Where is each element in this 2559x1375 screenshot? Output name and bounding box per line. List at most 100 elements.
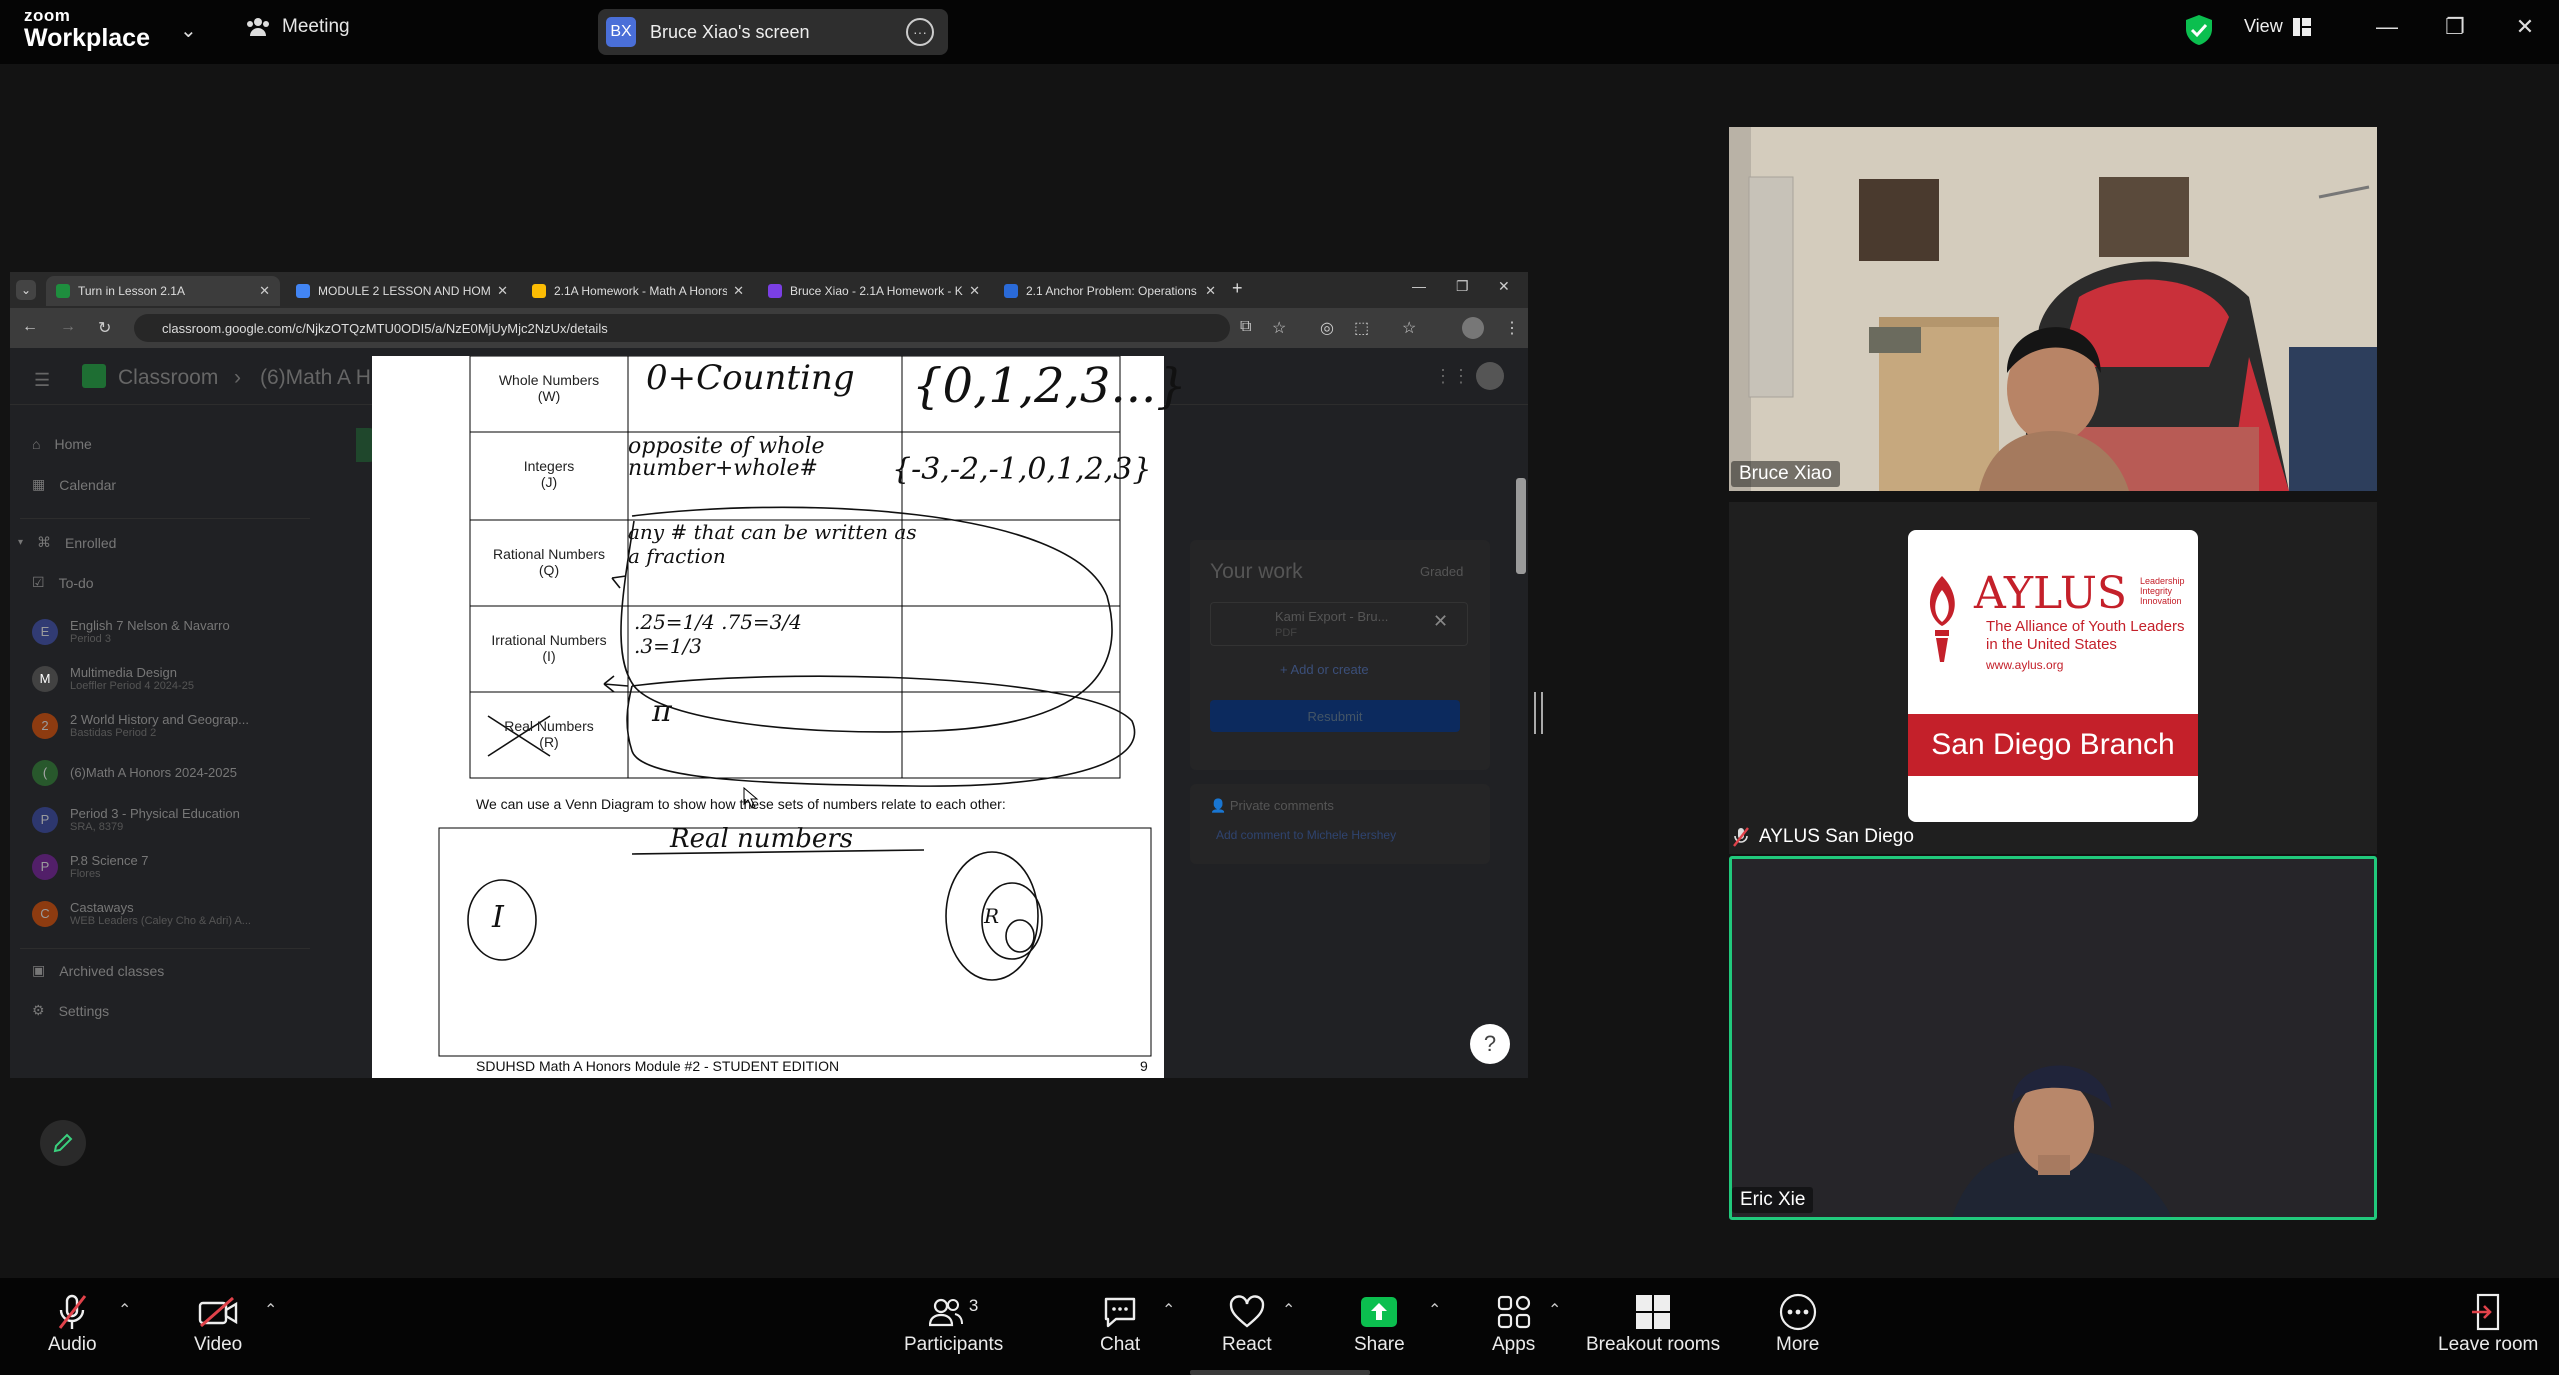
tab-close-icon[interactable]: ✕ — [733, 283, 744, 299]
restore-icon[interactable]: ❐ — [2440, 14, 2470, 40]
add-or-create-button[interactable]: + Add or create — [1280, 662, 1369, 677]
browser-close-icon[interactable]: ✕ — [1498, 278, 1510, 295]
sidebar-item-archived[interactable]: ▣ Archived classes — [32, 962, 164, 979]
course-sub: Period 3 — [70, 633, 111, 645]
sidebar-item-calendar[interactable]: ▦ Calendar — [32, 476, 116, 493]
more-button[interactable]: More — [1776, 1290, 1819, 1356]
zoom-logo-top: zoom — [24, 6, 71, 25]
audio-button[interactable]: Audio — [48, 1290, 97, 1356]
audio-options-caret[interactable]: ⌃ — [118, 1300, 131, 1320]
browser-menu-icon[interactable]: ⋮ — [1504, 318, 1520, 338]
video-button[interactable]: Video — [194, 1290, 242, 1356]
participants-count: 3 — [968, 1296, 979, 1315]
course-item[interactable]: P P.8 Science 7 Flores — [32, 843, 251, 890]
tab-close-icon[interactable]: ✕ — [497, 283, 508, 299]
close-icon[interactable]: ✕ — [2510, 14, 2540, 40]
scrollbar-thumb[interactable] — [1516, 478, 1526, 574]
bookmark-star-icon[interactable]: ☆ — [1272, 318, 1286, 338]
view-button[interactable]: View — [2244, 16, 2311, 37]
course-item[interactable]: ((6)Math A Honors 2024-2025 — [32, 749, 251, 796]
course-sub: Loeffler Period 4 2024-25 — [70, 680, 194, 692]
course-item[interactable]: P Period 3 - Physical Education SRA, 8379 — [32, 796, 251, 843]
kami-favicon — [768, 284, 782, 298]
participants-button[interactable]: 3 Participants — [904, 1290, 1003, 1356]
browser-restore-icon[interactable]: ❐ — [1456, 278, 1469, 295]
aylus-logo-card: AYLUS Leadership Integrity Innovation Th… — [1908, 530, 2198, 822]
chat-button[interactable]: Chat — [1100, 1290, 1140, 1356]
breadcrumb-course[interactable]: (6)Math A H — [260, 366, 371, 390]
shared-screen: ⌄ Turn in Lesson 2.1A ✕ MODULE 2 LESSON … — [10, 272, 1528, 1078]
sidebar-item-settings[interactable]: ⚙ Settings — [32, 1002, 109, 1019]
video-tile-eric[interactable]: Eric Xie — [1729, 856, 2377, 1220]
tab-close-icon[interactable]: ✕ — [969, 283, 980, 299]
venn-caption: We can use a Venn Diagram to show how th… — [476, 796, 1006, 812]
resubmit-button[interactable]: Resubmit — [1210, 700, 1460, 732]
apps-button[interactable]: Apps — [1492, 1290, 1535, 1356]
video-tile-bruce[interactable]: Bruce Xiao — [1729, 127, 2377, 491]
attachment-type: PDF — [1275, 627, 1297, 639]
profile-avatar[interactable] — [1462, 317, 1484, 339]
add-comment-link[interactable]: Add comment to Michele Hershey — [1216, 828, 1396, 842]
reload-icon[interactable]: ↻ — [98, 318, 111, 338]
help-icon[interactable]: ? — [1470, 1024, 1510, 1064]
course-sub: WEB Leaders (Caley Cho & Adri) A... — [70, 915, 251, 927]
hamburger-icon[interactable]: ☰ — [34, 370, 50, 391]
classroom-title[interactable]: Classroom — [118, 366, 218, 390]
attachment[interactable]: Kami Export - Bru... PDF ✕ — [1210, 602, 1468, 646]
react-button[interactable]: React — [1222, 1290, 1272, 1356]
archive-icon: ▣ — [32, 962, 46, 978]
tab-search-icon[interactable]: ⌄ — [16, 280, 36, 300]
browser-tab[interactable]: Bruce Xiao - 2.1A Homework - Kami ✕ — [758, 276, 990, 306]
calendar-icon: ▦ — [32, 476, 46, 492]
handwriting-integers-b: {-3,-2,-1,0,1,2,3} — [892, 452, 1152, 487]
apps-grid-icon[interactable]: ⋮⋮ — [1434, 366, 1470, 387]
chevron-down-icon[interactable]: ⌄ — [180, 18, 197, 43]
browser-tab[interactable]: MODULE 2 LESSON AND HOMEWORK ✕ — [286, 276, 518, 306]
browser-minimize-icon[interactable]: — — [1412, 278, 1426, 294]
split-resize-handle[interactable] — [1534, 692, 1543, 734]
more-options-icon[interactable]: ··· — [906, 18, 934, 46]
tab-close-icon[interactable]: ✕ — [259, 283, 270, 299]
course-item[interactable]: 2 2 World History and Geograp... Bastidas … — [32, 702, 251, 749]
star-icon[interactable]: ☆ — [1402, 318, 1416, 338]
browser-tab[interactable]: 2.1A Homework - Math A Honors ✕ — [522, 276, 754, 306]
course-name: Multimedia Design — [70, 665, 177, 680]
remove-attachment-icon[interactable]: ✕ — [1433, 611, 1448, 632]
url-field[interactable]: classroom.google.com/c/NjkzOTQzMTU0ODI5/… — [134, 314, 1230, 342]
video-options-caret[interactable]: ⌃ — [264, 1300, 277, 1320]
react-options-caret[interactable]: ⌃ — [1282, 1300, 1295, 1320]
homework-document[interactable]: Whole Numbers (W) Integers (J) Rational Nu… — [372, 356, 1187, 1078]
tab-close-icon[interactable]: ✕ — [1205, 283, 1216, 299]
row-label-rational: Rational Numbers (Q) — [469, 546, 629, 578]
meeting-icon — [247, 18, 269, 36]
back-icon[interactable]: ← — [22, 318, 38, 336]
sidebar-item-enrolled[interactable]: ▾ ⌘ Enrolled — [18, 534, 116, 551]
account-avatar[interactable] — [1476, 362, 1504, 390]
course-item[interactable]: M Multimedia Design Loeffler Period 4 2024… — [32, 655, 251, 702]
apps-options-caret[interactable]: ⌃ — [1548, 1300, 1561, 1320]
puzzle-icon[interactable]: ⬚ — [1354, 318, 1369, 338]
course-item[interactable]: E English 7 Nelson & Navarro Period 3 — [32, 608, 251, 655]
browser-tab[interactable]: Turn in Lesson 2.1A ✕ — [46, 276, 280, 306]
cast-icon[interactable]: ⧉ — [1240, 318, 1251, 336]
extension-icon[interactable]: ◎ — [1320, 318, 1334, 338]
sidebar-item-todo[interactable]: ☑ To-do — [32, 574, 94, 591]
new-tab-icon[interactable]: + — [1232, 278, 1243, 299]
minimize-icon[interactable]: — — [2372, 14, 2402, 40]
classroom-logo-icon — [82, 364, 106, 388]
screen-share-indicator[interactable]: BX Bruce Xiao's screen ··· — [598, 9, 948, 55]
encryption-shield-icon[interactable] — [2184, 14, 2214, 46]
meeting-menu[interactable]: Meeting — [246, 16, 350, 38]
more-label: More — [1776, 1334, 1820, 1355]
browser-tab[interactable]: 2.1 Anchor Problem: Operations ✕ — [994, 276, 1226, 306]
leave-room-button[interactable]: Leave room — [2438, 1290, 2538, 1356]
annotate-button[interactable] — [40, 1120, 86, 1166]
share-options-caret[interactable]: ⌃ — [1428, 1300, 1441, 1320]
video-tile-aylus[interactable]: AYLUS Leadership Integrity Innovation Th… — [1729, 502, 2377, 854]
course-item[interactable]: C Castaways WEB Leaders (Caley Cho & Adri)… — [32, 890, 251, 937]
chat-options-caret[interactable]: ⌃ — [1162, 1300, 1175, 1320]
share-button[interactable]: Share — [1354, 1290, 1405, 1356]
breakout-rooms-button[interactable]: Breakout rooms — [1586, 1290, 1720, 1356]
sidebar-item-home[interactable]: ⌂ Home — [32, 436, 92, 452]
forward-icon[interactable]: → — [60, 318, 76, 336]
